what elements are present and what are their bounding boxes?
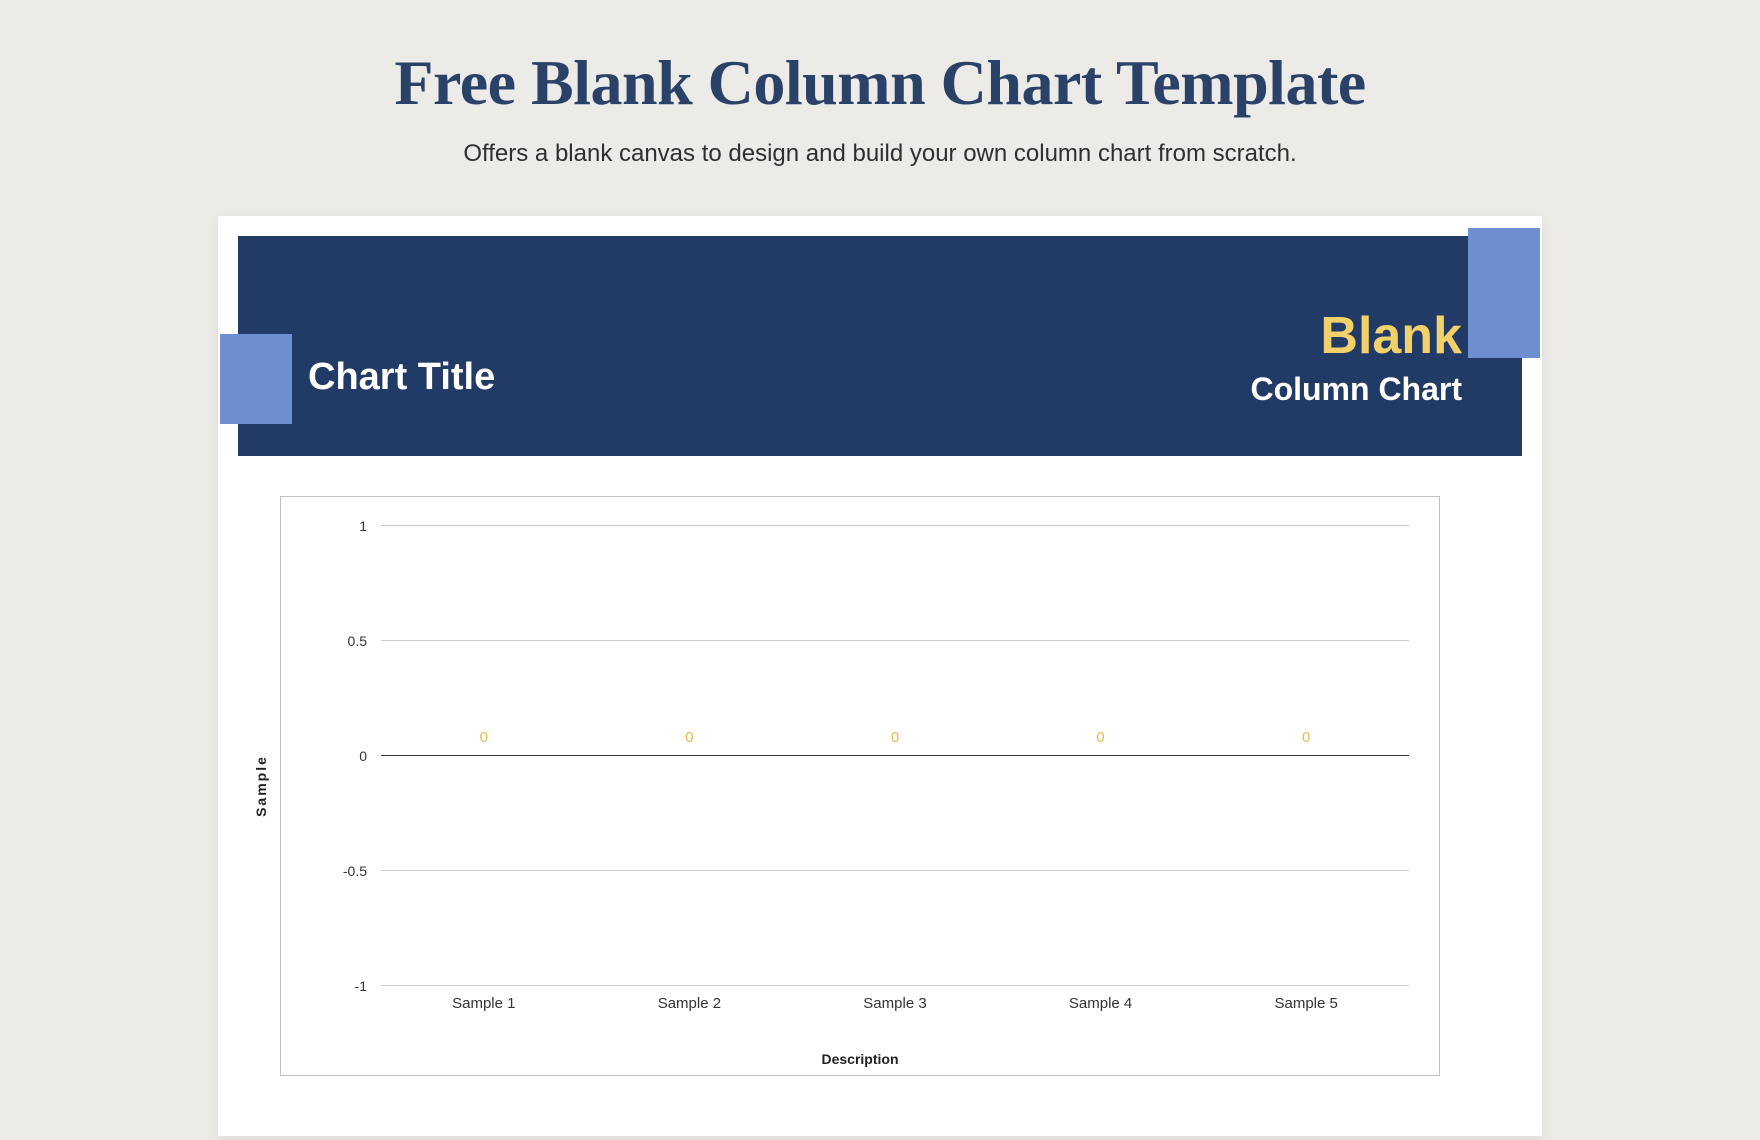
grid-line: 1 [381,525,1409,526]
column-chart-label: Column Chart [1250,371,1462,408]
category-label: Sample 3 [792,995,998,1012]
y-tick-label: 0 [359,748,381,764]
data-label: 0 [792,729,998,746]
template-banner: Chart Title Blank Column Chart [238,236,1522,456]
data-label: 0 [1203,729,1409,746]
category-label: Sample 1 [381,995,587,1012]
grid-line: -0.5 [381,870,1409,871]
y-tick-label: -0.5 [343,863,381,879]
plot-area: 1 0.5 0 -0.5 -1 0 0 0 [381,525,1409,985]
chart-frame: Sample Description 1 0.5 0 -0.5 -1 [280,496,1440,1076]
category-label: Sample 4 [998,995,1204,1012]
category-row: Sample 1 Sample 2 Sample 3 Sample 4 Samp… [381,995,1409,1012]
x-axis-label: Description [281,1051,1439,1067]
banner-accent-left [220,334,292,424]
page-title: Free Blank Column Chart Template [0,0,1760,120]
y-tick-label: 1 [359,518,381,534]
y-axis-label: Sample [253,755,269,817]
data-label-row: 0 0 0 0 0 [381,729,1409,746]
page-subtitle: Offers a blank canvas to design and buil… [0,140,1760,168]
data-label: 0 [587,729,793,746]
template-card: Chart Title Blank Column Chart Sample De… [218,216,1542,1136]
category-label: Sample 5 [1203,995,1409,1012]
y-tick-label: 0.5 [348,633,381,649]
banner-accent-right [1468,228,1540,358]
data-label: 0 [381,729,587,746]
grid-line: 0.5 [381,640,1409,641]
y-tick-label: -1 [355,978,381,994]
grid-line-zero: 0 [381,755,1409,756]
chart-title-label: Chart Title [308,356,495,399]
category-label: Sample 2 [587,995,793,1012]
blank-label: Blank [1320,306,1462,366]
page-root: Free Blank Column Chart Template Offers … [0,0,1760,1140]
grid-line: -1 [381,985,1409,986]
data-label: 0 [998,729,1204,746]
